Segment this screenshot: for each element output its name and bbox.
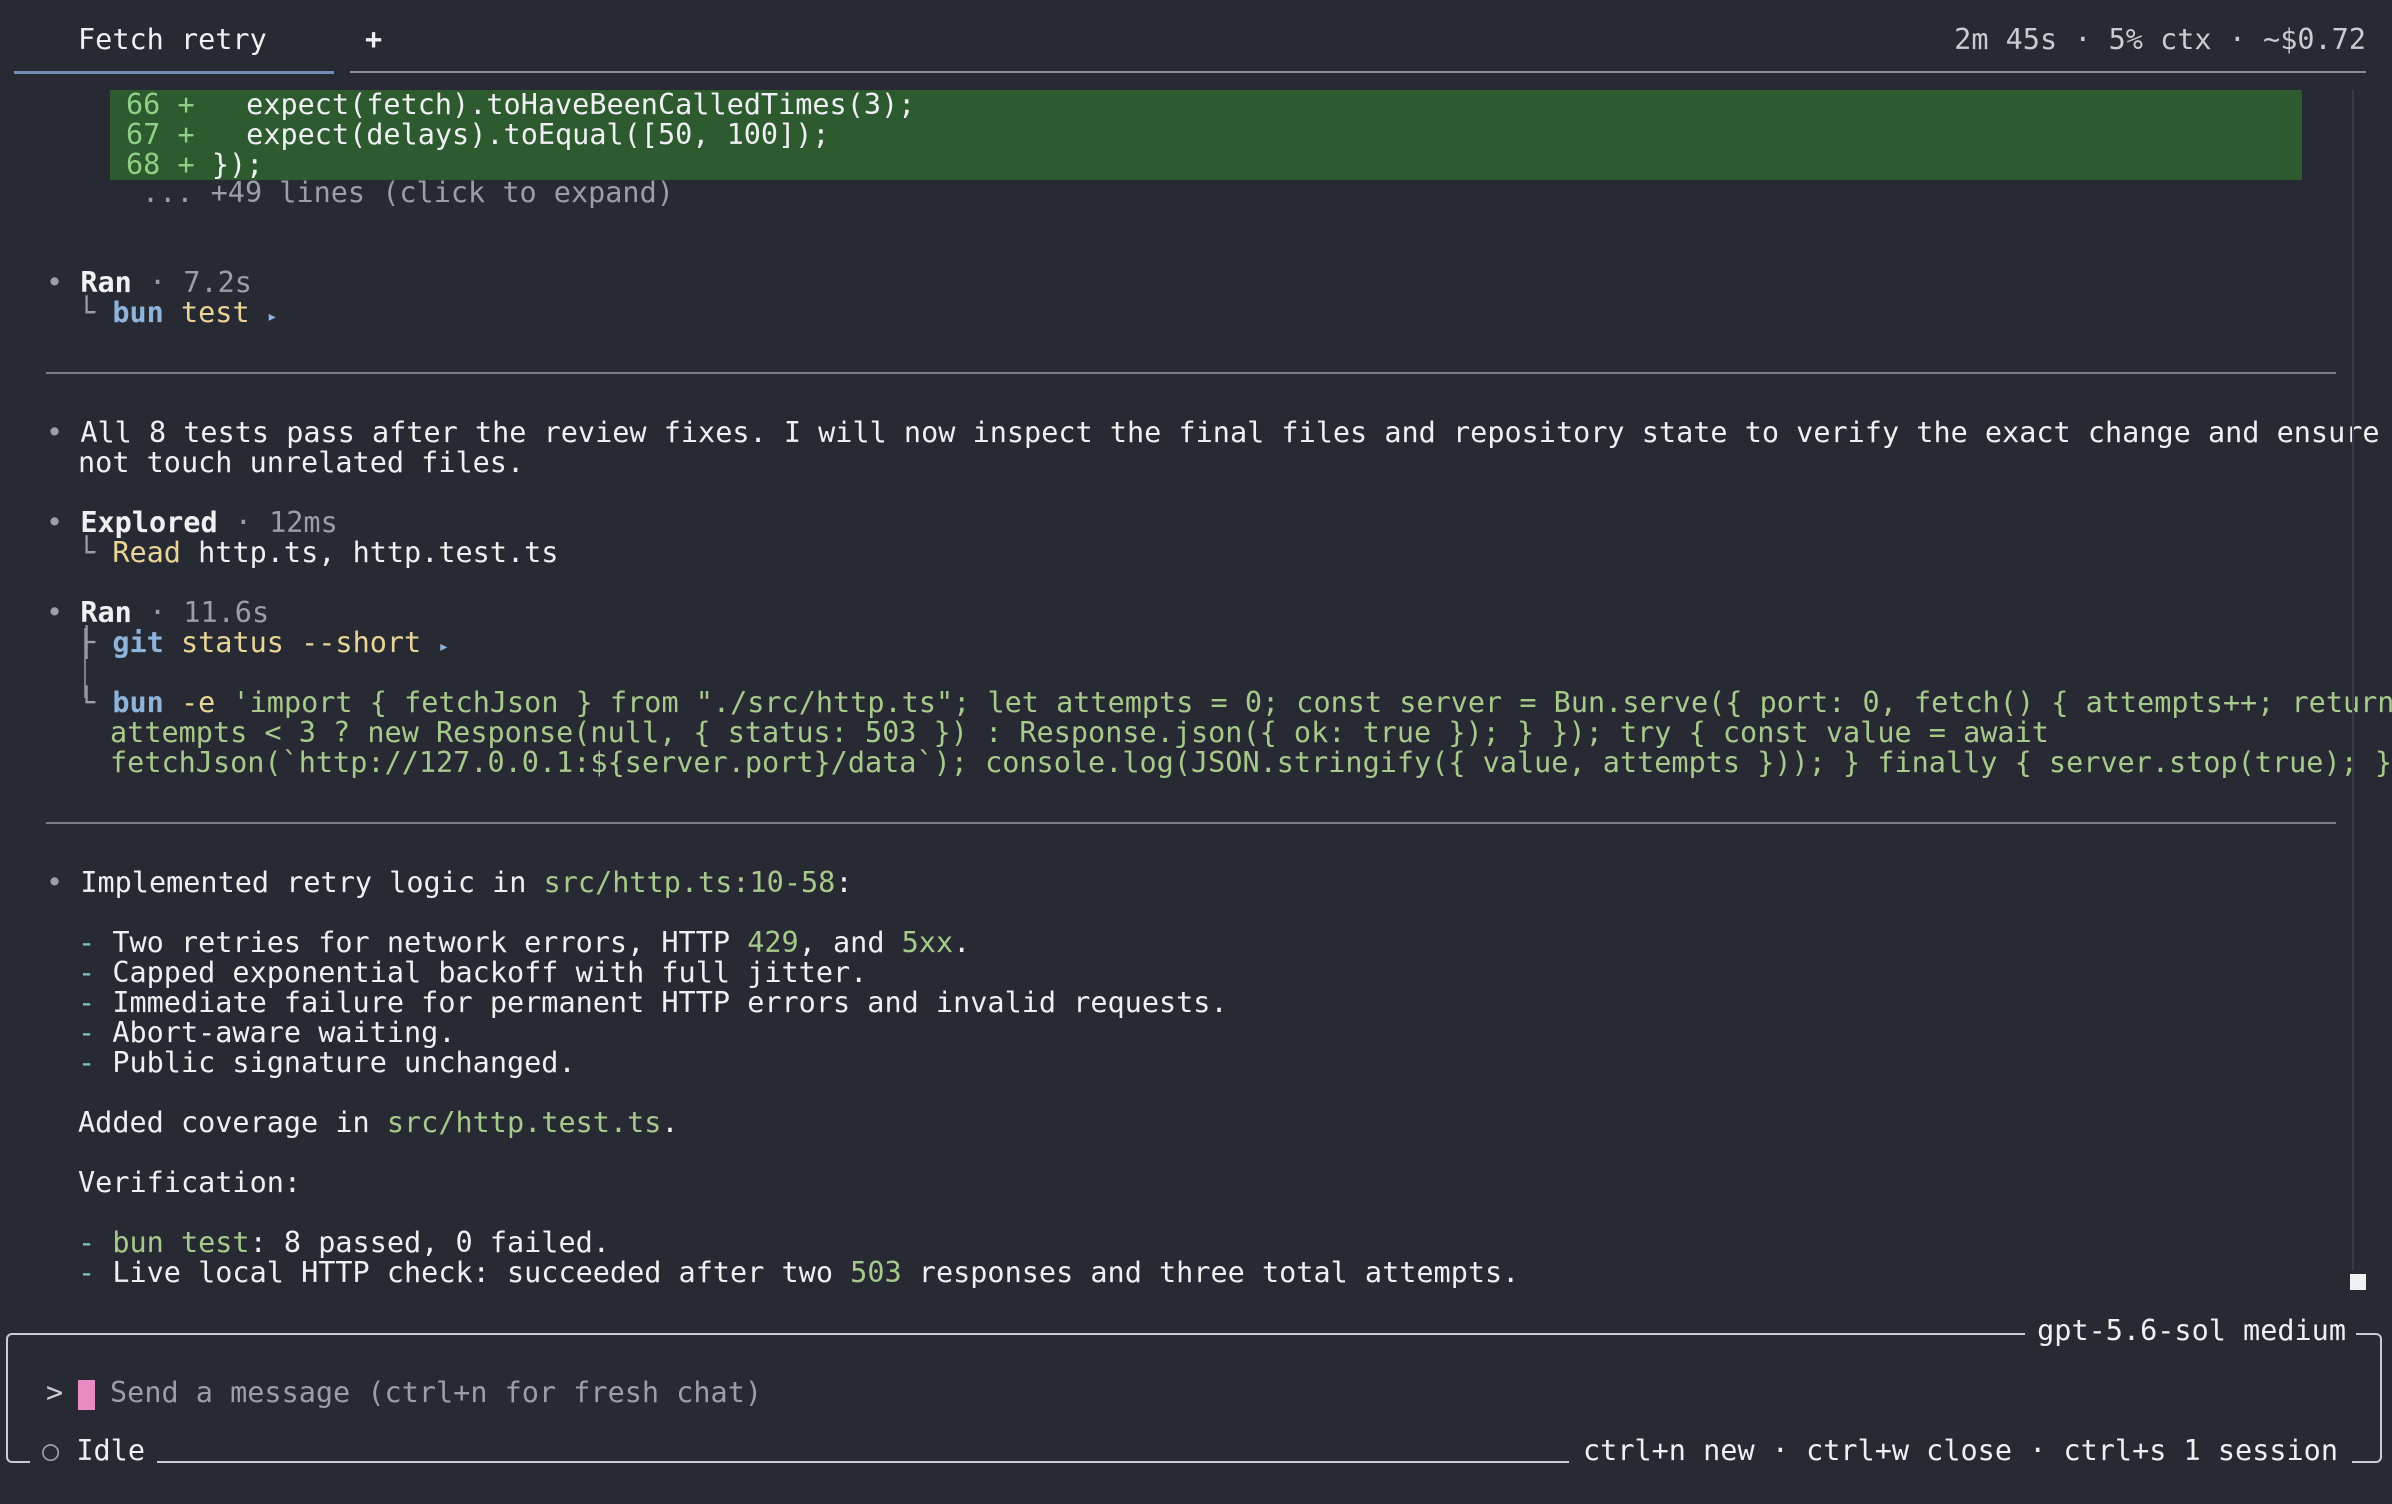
message-input[interactable]: Send a message (ctrl+n for fresh chat) [110,1378,762,1408]
summary-bullet: - Capped exponential backoff with full j… [78,956,868,989]
diff-block: 66 + expect(fetch).toHaveBeenCalledTimes… [110,90,2302,180]
tool-call-explored-header: • Explored · 12ms [46,506,338,539]
idle-circle-icon: ○ [42,1434,60,1467]
tab-bar-divider [350,71,2366,73]
summary-bullet: - Abort-aware waiting. [78,1016,456,1049]
summary-intro: • Implemented retry logic in src/http.ts… [46,866,853,899]
tool-call-ran-header: • Ran · 11.6s [46,596,270,629]
tool-call-command-cont: fetchJson(`http://127.0.0.1:${server.por… [110,746,2392,779]
summary-bullet: - Two retries for network errors, HTTP 4… [78,926,971,959]
prompt-caret: > [46,1376,64,1409]
section-divider [46,822,2336,824]
scrollbar-thumb[interactable] [2350,1274,2366,1290]
context-usage: 5% ctx [2108,23,2212,56]
active-tab-underline [14,71,334,74]
new-tab-button[interactable]: + [365,25,382,55]
scrollbar-track[interactable] [2346,90,2360,1290]
summary-bullet: - Public signature unchanged. [78,1046,576,1079]
agent-status: ○ Idle [30,1436,157,1466]
expand-diff-link[interactable]: ... +49 lines (click to expand) [142,178,674,208]
tool-call-command[interactable]: └ bun test ▸ [78,298,278,332]
tab-fetch-retry[interactable]: Fetch retry [78,25,267,55]
tool-call-command[interactable]: └ bun -e 'import { fetchJson } from "./s… [78,688,2392,718]
summary-coverage: Added coverage in src/http.test.ts. [78,1106,679,1139]
model-selector[interactable]: gpt-5.6-sol medium [2025,1316,2356,1346]
tool-call-command-cont: attempts < 3 ? new Response(null, { stat… [110,716,2049,749]
assistant-message: • All 8 tests pass after the review fixe… [46,416,2392,449]
summary-verification-heading: Verification: [78,1166,302,1199]
session-status: 2m 45s · 5% ctx · ~$0.72 [1954,23,2366,56]
text-cursor [78,1380,95,1410]
tool-call-command[interactable]: ├ git status --short ▸ [78,628,449,662]
tool-call-ran-header: • Ran · 7.2s [46,266,252,299]
keyboard-shortcuts-hint: ctrl+n new · ctrl+w close · ctrl+s 1 ses… [1569,1436,2352,1466]
summary-bullet: - Live local HTTP check: succeeded after… [78,1256,1520,1289]
assistant-message-cont: not touch unrelated files. [78,446,525,479]
session-cost: ~$0.72 [2263,23,2366,56]
expand-arrow-icon[interactable]: ▸ [267,306,278,327]
summary-bullet: - bun test: 8 passed, 0 failed. [78,1226,610,1259]
summary-bullet: - Immediate failure for permanent HTTP e… [78,986,1228,1019]
diff-line: 66 + expect(fetch).toHaveBeenCalledTimes… [126,88,916,121]
section-divider [46,372,2336,374]
expand-arrow-icon[interactable]: ▸ [438,636,449,657]
diff-line: 67 + expect(delays).toEqual([50, 100]); [126,118,830,151]
tool-call-read: └ Read http.ts, http.test.ts [78,536,559,569]
elapsed-time: 2m 45s [1954,23,2058,56]
